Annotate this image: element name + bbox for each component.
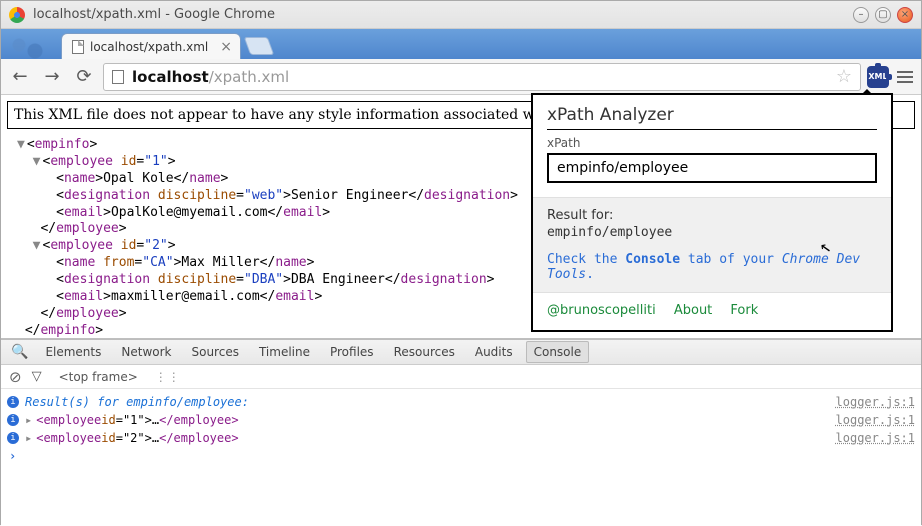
more-icon[interactable]: ⋮⋮ (155, 370, 181, 384)
info-icon: i (7, 432, 19, 444)
console-prompt[interactable]: › (7, 447, 915, 465)
about-link[interactable]: About (674, 303, 712, 318)
popup-links: @brunoscopelliti About Fork (547, 303, 877, 318)
url-host: localhost (132, 68, 209, 86)
xpath-analyzer-popup: xPath Analyzer xPath Result for: empinfo… (531, 93, 893, 332)
expand-icon[interactable]: ▸ (25, 431, 32, 445)
xpath-label: xPath (547, 136, 580, 150)
collapse-icon[interactable]: ▼ (17, 137, 25, 152)
source-link[interactable]: logger.js:1 (836, 413, 915, 427)
collapse-icon[interactable]: ▼ (33, 238, 41, 253)
console-line: i Result(s) for empinfo/employee: logger… (7, 393, 915, 411)
xpath-input[interactable] (547, 153, 877, 183)
popup-title: xPath Analyzer (547, 105, 877, 130)
devtools-tab-sources[interactable]: Sources (184, 342, 245, 362)
devtools-tab-timeline[interactable]: Timeline (252, 342, 317, 362)
page-icon (112, 70, 124, 84)
chrome-icon (9, 7, 25, 23)
context-selector[interactable]: <top frame> (52, 368, 145, 386)
file-icon (72, 40, 84, 54)
tab-close-icon[interactable]: × (220, 39, 232, 55)
result-box: Result for: empinfo/employee Check the C… (533, 197, 891, 293)
expand-icon[interactable]: ▸ (25, 413, 32, 427)
devtools-tabstrip: 🔍 Elements Network Sources Timeline Prof… (1, 339, 921, 365)
devtools-tab-console[interactable]: Console (526, 341, 590, 363)
console-output: i Result(s) for empinfo/employee: logger… (1, 389, 921, 526)
reload-button[interactable]: ⟳ (71, 64, 97, 90)
tab-title: localhost/xpath.xml (90, 40, 208, 54)
console-line: i ▸ <employee id="2">…</employee> logger… (7, 429, 915, 447)
filter-icon[interactable]: ▽ (32, 369, 42, 384)
devtools-tab-elements[interactable]: Elements (38, 342, 108, 362)
result-label: Result for: (547, 208, 877, 223)
new-tab-button[interactable] (244, 37, 275, 55)
source-link[interactable]: logger.js:1 (836, 395, 915, 409)
close-button[interactable]: × (897, 7, 913, 23)
maximize-button[interactable]: ▢ (875, 7, 891, 23)
devtools: 🔍 Elements Network Sources Timeline Prof… (1, 339, 921, 526)
forward-button[interactable]: → (39, 64, 65, 90)
console-line: i ▸ <employee id="1">…</employee> logger… (7, 411, 915, 429)
console-filter-bar: ⊘ ▽ <top frame> ⋮⋮ (1, 365, 921, 389)
devtools-tab-profiles[interactable]: Profiles (323, 342, 381, 362)
collapse-icon[interactable]: ▼ (33, 154, 41, 169)
devtools-tab-audits[interactable]: Audits (468, 342, 520, 362)
hamburger-menu-icon[interactable] (895, 71, 915, 83)
bookmark-star-icon[interactable]: ☆ (836, 66, 852, 87)
url-path: /xpath.xml (209, 68, 289, 86)
search-icon[interactable]: 🔍 (7, 344, 32, 360)
window-title: localhost/xpath.xml - Google Chrome (33, 7, 275, 22)
source-link[interactable]: logger.js:1 (836, 431, 915, 445)
back-button[interactable]: ← (7, 64, 33, 90)
devtools-tab-resources[interactable]: Resources (387, 342, 462, 362)
author-link[interactable]: @brunoscopelliti (547, 303, 656, 318)
browser-toolbar: ← → ⟳ localhost/xpath.xml ☆ XML (1, 59, 921, 95)
info-icon: i (7, 396, 19, 408)
browser-tab[interactable]: localhost/xpath.xml × (61, 33, 241, 59)
fork-link[interactable]: Fork (730, 303, 758, 318)
os-titlebar: localhost/xpath.xml - Google Chrome – ▢ … (1, 1, 921, 29)
info-icon: i (7, 414, 19, 426)
minimize-button[interactable]: – (853, 7, 869, 23)
address-bar[interactable]: localhost/xpath.xml ☆ (103, 63, 861, 91)
clear-console-icon[interactable]: ⊘ (9, 368, 22, 386)
devtools-tab-network[interactable]: Network (114, 342, 178, 362)
tab-strip: localhost/xpath.xml × (1, 29, 921, 59)
